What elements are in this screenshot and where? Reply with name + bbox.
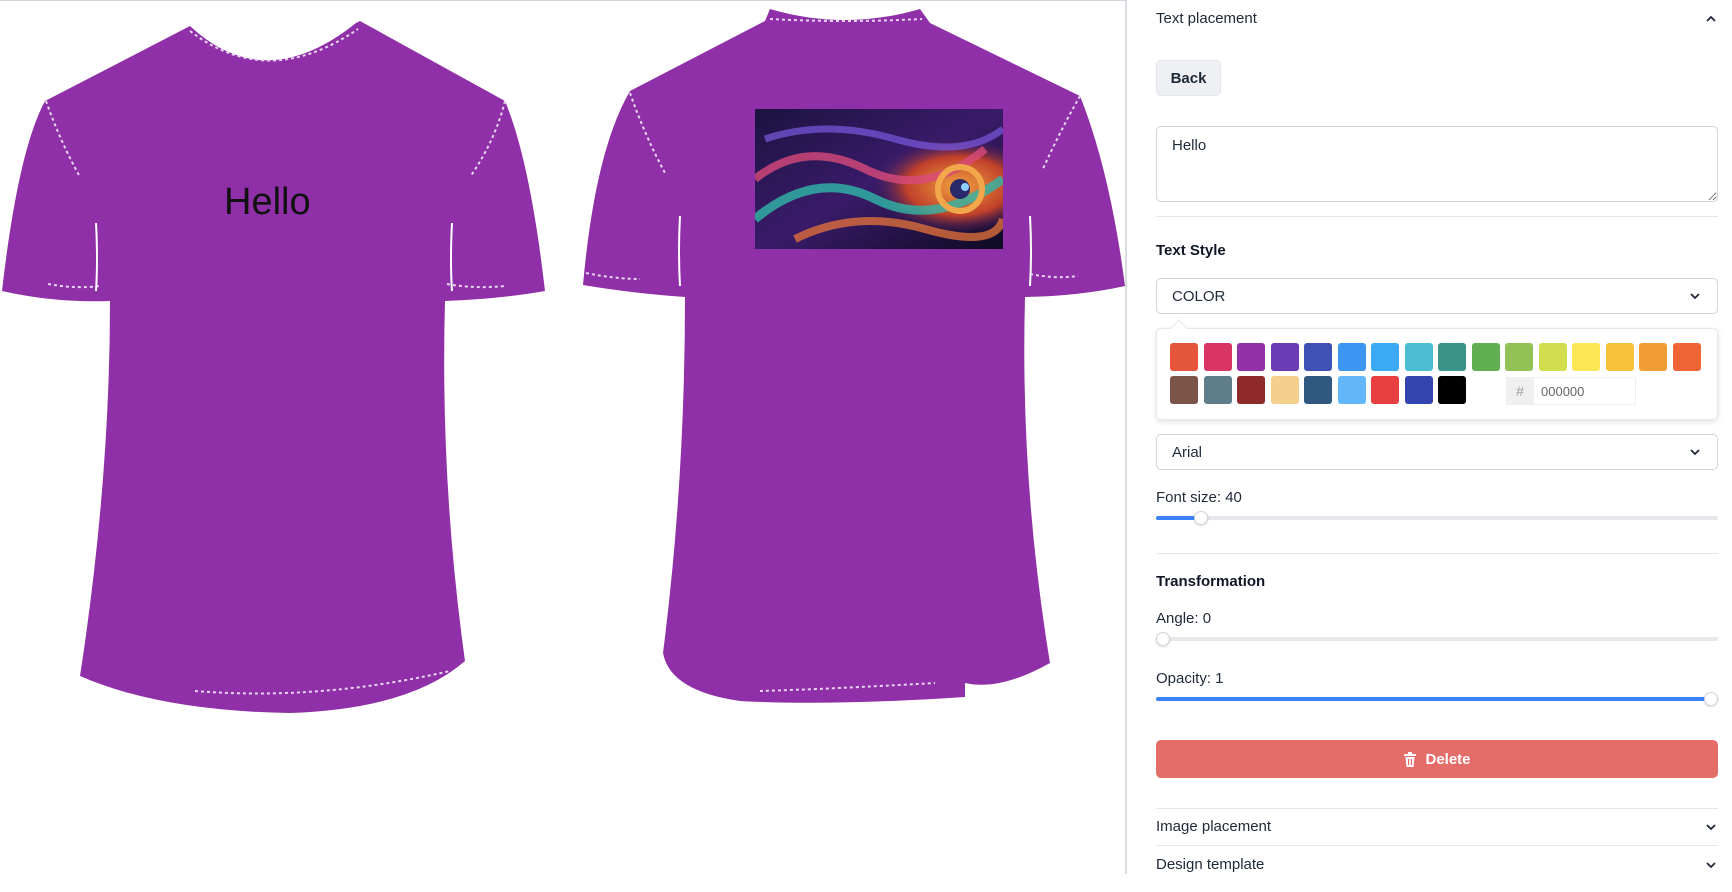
- front-text-layer[interactable]: Hello: [224, 181, 311, 224]
- color-swatch[interactable]: [1237, 376, 1265, 404]
- opacity-label: Opacity: 1: [1156, 670, 1224, 687]
- color-swatch[interactable]: [1304, 343, 1332, 371]
- accordion-design-template[interactable]: Design template: [1156, 856, 1718, 873]
- hex-prefix: #: [1506, 377, 1534, 405]
- color-select-label: COLOR: [1172, 287, 1226, 305]
- swatch-row: [1170, 343, 1710, 371]
- chevron-down-icon: [1690, 449, 1700, 456]
- color-swatch[interactable]: [1170, 343, 1198, 371]
- color-picker: #: [1156, 319, 1718, 420]
- font-size-label: Font size: 40: [1156, 489, 1242, 506]
- chevron-down-icon: [1690, 293, 1700, 300]
- color-swatch[interactable]: [1270, 376, 1299, 404]
- slider-thumb[interactable]: [1156, 632, 1170, 646]
- slider-fill: [1156, 697, 1711, 701]
- section-divider: [1156, 216, 1718, 217]
- hex-field: #: [1506, 377, 1636, 405]
- hex-input[interactable]: [1534, 377, 1636, 405]
- trash-icon: [1404, 751, 1417, 767]
- color-select[interactable]: COLOR: [1156, 278, 1718, 314]
- color-swatch[interactable]: [1203, 376, 1232, 404]
- back-print-image[interactable]: [755, 109, 1003, 249]
- color-swatch[interactable]: [1203, 343, 1232, 371]
- design-canvas: Hello: [0, 0, 1125, 892]
- back-button[interactable]: Back: [1156, 60, 1221, 96]
- color-swatch[interactable]: [1505, 343, 1533, 371]
- tshirt-back: [580, 1, 1125, 721]
- color-swatch[interactable]: [1337, 343, 1366, 371]
- angle-slider[interactable]: [1156, 632, 1718, 646]
- transformation-heading: Transformation: [1156, 573, 1266, 590]
- picker-caret: [1170, 319, 1188, 337]
- opacity-slider[interactable]: [1156, 692, 1718, 706]
- delete-label: Delete: [1425, 750, 1471, 768]
- delete-button[interactable]: Delete: [1156, 740, 1718, 778]
- angle-label: Angle: 0: [1156, 610, 1212, 627]
- color-swatch[interactable]: [1572, 343, 1600, 371]
- slider-track: [1156, 637, 1718, 641]
- accordion-text-placement[interactable]: Text placement: [1156, 10, 1718, 27]
- text-input[interactable]: [1156, 126, 1718, 202]
- section-divider: [1156, 808, 1718, 809]
- section-divider: [1156, 553, 1718, 554]
- color-swatch[interactable]: [1538, 343, 1567, 371]
- color-swatch[interactable]: [1237, 343, 1265, 371]
- color-swatch[interactable]: [1337, 376, 1366, 404]
- color-swatch[interactable]: [1170, 376, 1198, 404]
- chevron-up-icon: [1706, 15, 1716, 22]
- accordion-text-placement-title: Text placement: [1156, 10, 1257, 27]
- slider-track: [1156, 516, 1718, 520]
- font-select-value: Arial: [1172, 443, 1203, 461]
- tshirt-front-body: [2, 21, 545, 713]
- color-swatch[interactable]: [1672, 343, 1701, 371]
- color-swatch[interactable]: [1471, 343, 1500, 371]
- color-swatch[interactable]: [1371, 343, 1399, 371]
- slider-thumb[interactable]: [1194, 511, 1209, 525]
- accordion-image-placement[interactable]: Image placement: [1156, 818, 1718, 835]
- color-swatch[interactable]: [1438, 343, 1466, 371]
- color-swatch[interactable]: [1270, 343, 1299, 371]
- accordion-image-placement-title: Image placement: [1156, 818, 1272, 835]
- color-swatch[interactable]: [1304, 376, 1332, 404]
- font-size-slider[interactable]: [1156, 511, 1718, 525]
- panel-divider: [1125, 0, 1127, 874]
- color-swatch[interactable]: [1438, 376, 1466, 404]
- font-select[interactable]: Arial: [1156, 434, 1718, 470]
- editor-panel: Text placement Back Text Style COLOR # A…: [1135, 0, 1732, 892]
- color-swatch[interactable]: [1371, 376, 1399, 404]
- chevron-down-icon: [1706, 861, 1716, 868]
- accordion-design-template-title: Design template: [1156, 856, 1265, 873]
- tshirt-front: Hello: [0, 1, 548, 721]
- color-swatch[interactable]: [1404, 343, 1433, 371]
- color-swatch[interactable]: [1404, 376, 1433, 404]
- section-divider: [1156, 845, 1718, 846]
- slider-thumb[interactable]: [1704, 692, 1718, 706]
- color-swatch[interactable]: [1639, 343, 1667, 371]
- chevron-down-icon: [1706, 823, 1716, 830]
- color-swatch[interactable]: [1605, 343, 1634, 371]
- text-style-heading: Text Style: [1156, 242, 1226, 259]
